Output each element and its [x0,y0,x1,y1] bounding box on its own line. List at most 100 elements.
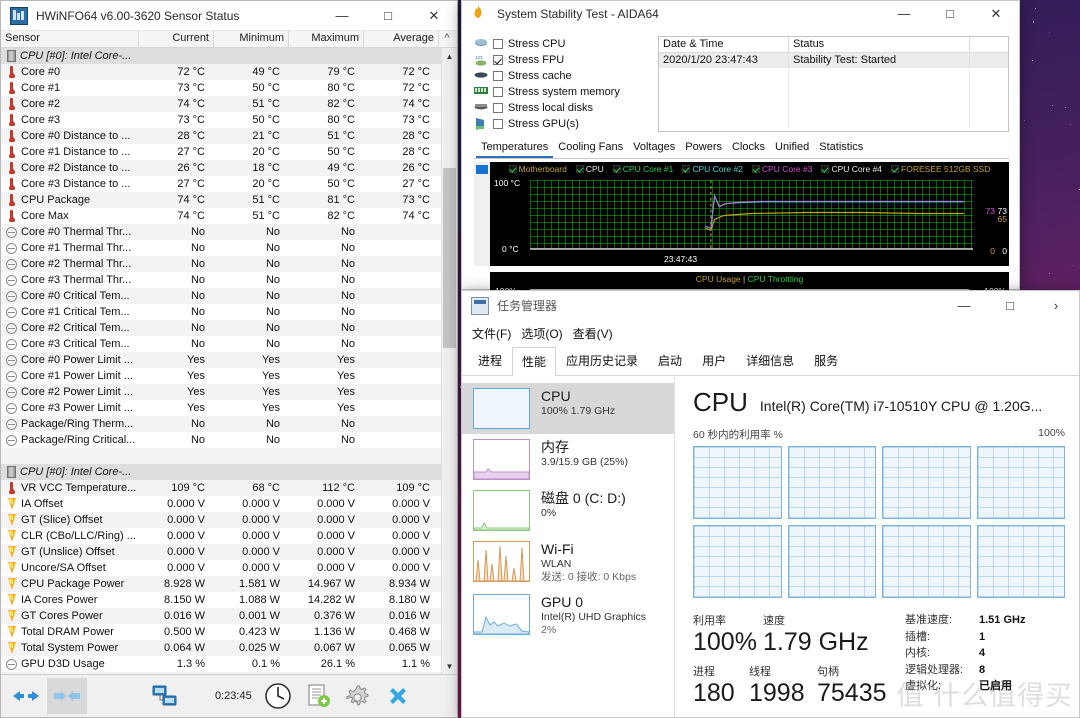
aida-tab-clocks[interactable]: Clocks [727,139,770,158]
taskmgr-sidebar-item-mem[interactable]: 内存 3.9/15.9 GB (25%) [462,434,674,485]
hwinfo-row[interactable]: VR VCC Temperature... 109 °C 68 °C 112 °C 10… [1,480,441,496]
hwinfo-row[interactable]: Core #0 Power Limit ... Yes Yes Yes [1,352,441,368]
hwinfo-row[interactable]: Package/Ring Therm... No No No [1,416,441,432]
aida64-minimize-button[interactable]: — [881,0,927,29]
legend-item-1[interactable]: CPU [576,164,604,174]
logical-processor-graph-2[interactable] [882,446,971,519]
taskmgr-minimize-button[interactable]: — [941,291,987,321]
logical-processor-graph-5[interactable] [788,525,877,598]
hwinfo-row[interactable]: CPU Package Power 8.928 W 1.581 W 14.967 W8… [1,576,441,592]
taskmgr-menu-2[interactable]: 查看(V) [573,325,613,342]
hwinfo-row[interactable]: GT Cores Power 0.016 W 0.001 W 0.376 W 0.016… [1,608,441,624]
hwinfo-row[interactable]: Core #3 73 °C 50 °C 80 °C 73 °C [1,112,441,128]
aida64-maximize-button[interactable]: □ [927,0,973,29]
aida64-log-row[interactable]: 2020/1/20 23:47:43 Stability Test: Start… [659,53,1008,68]
hwinfo-row[interactable]: Core #2 Distance to ... 26 °C 18 °C 49 °C 26… [1,160,441,176]
stress-option-4[interactable]: Stress local disks [474,100,652,116]
taskmgr-tab-服务[interactable]: 服务 [804,346,848,375]
hwinfo-row[interactable]: CLR (CBo/LLC/Ring) ... 0.000 V 0.000 V 0.00… [1,528,441,544]
legend-item-4[interactable]: CPU Core #3 [752,164,813,174]
scroll-down-arrow-icon[interactable]: ▼ [442,658,457,674]
legend-checkbox[interactable] [576,165,584,173]
aida64-window[interactable]: System Stability Test - AIDA64 — □ ✕ Str… [461,0,1020,290]
legend-checkbox[interactable] [682,165,690,173]
hwinfo-col-minimum[interactable]: Minimum [214,31,289,47]
taskmgr-tab-用户[interactable]: 用户 [692,346,736,375]
stress-option-2[interactable]: Stress cache [474,68,652,84]
hwinfo-row[interactable]: Core #0 Thermal Thr... No No No [1,224,441,240]
aida-tab-statistics[interactable]: Statistics [814,139,868,158]
legend-item-6[interactable]: FORESEE 512GB SSD [891,164,990,174]
hwinfo-row[interactable]: CPU [#0]: Intel Core-... [1,464,441,480]
taskmgr-window-controls[interactable]: — □ › [941,291,1079,321]
logical-processor-graph-3[interactable] [977,446,1066,519]
hwinfo-maximize-button[interactable]: □ [365,1,411,31]
hwinfo-row[interactable]: IA Cores Power 8.150 W 1.088 W 14.282 W 8.18… [1,592,441,608]
stress-checkbox[interactable] [493,87,503,97]
logical-processor-graph-6[interactable] [882,525,971,598]
aida64-log-table[interactable]: Date & Time Status 2020/1/20 23:47:43 St… [658,36,1009,132]
aida64-tabs[interactable]: Temperatures Cooling Fans Voltages Powers Cl… [474,139,1009,159]
hwinfo-col-current[interactable]: Current [139,31,214,47]
taskmgr-sidebar-item-net[interactable]: Wi-Fi WLAN 发送: 0 接收: 0 Kbps [462,536,674,589]
hwinfo-vertical-scrollbar[interactable]: ▲ ▼ [441,48,457,674]
temperature-graph-legend[interactable]: Motherboard CPU CPU Core #1 CPU Core #2 CPU … [490,164,1009,174]
logical-processor-graphs[interactable] [693,446,1065,598]
hwinfo-close-button[interactable]: ✕ [411,1,457,31]
stress-checkbox[interactable] [493,71,503,81]
logical-processor-graph-0[interactable] [693,446,782,519]
stress-checkbox[interactable] [493,55,503,65]
hwinfo-row[interactable]: Package/Ring Critical... No No No [1,432,441,448]
stress-checkbox[interactable] [493,119,503,129]
taskmgr-tab-进程[interactable]: 进程 [468,346,512,375]
hwinfo-row[interactable]: Core #3 Critical Tem... No No No [1,336,441,352]
hwinfo-row[interactable]: Core #0 Critical Tem... No No No [1,288,441,304]
hwinfo-row[interactable]: IA Offset 0.000 V 0.000 V 0.000 V 0.000 V [1,496,441,512]
hwinfo-col-maximum[interactable]: Maximum [289,31,364,47]
hwinfo-row[interactable]: Core #0 72 °C 49 °C 79 °C 72 °C [1,64,441,80]
log-col-status[interactable]: Status [789,37,970,52]
taskmgr-sidebar-item-disk[interactable]: 磁盘 0 (C: D:) 0% [462,485,674,536]
hwinfo-titlebar[interactable]: HWiNFO64 v6.00-3620 Sensor Status — □ ✕ [1,1,457,31]
aida-tab-voltages[interactable]: Voltages [628,139,680,158]
stress-checkbox[interactable] [493,103,503,113]
hwinfo-row[interactable]: Total System Power 0.064 W 0.025 W 0.067 W0… [1,640,441,656]
scroll-up-arrow-icon[interactable]: ▲ [442,48,457,64]
taskmgr-menu-1[interactable]: 选项(O) [521,325,562,342]
taskmgr-sidebar-item-cpu[interactable]: CPU 100% 1.79 GHz [462,383,674,434]
hwinfo-row[interactable]: Core #2 74 °C 51 °C 82 °C 74 °C [1,96,441,112]
hwinfo-row[interactable]: Core Max 74 °C 51 °C 82 °C 74 °C [1,208,441,224]
legend-item-0[interactable]: Motherboard [509,164,567,174]
hwinfo-row[interactable]: Core #1 Critical Tem... No No No [1,304,441,320]
hwinfo-row[interactable]: CPU [#0]: Intel Core-... [1,48,441,64]
aida-tab-cooling-fans[interactable]: Cooling Fans [553,139,628,158]
stress-option-3[interactable]: Stress system memory [474,84,652,100]
scrollbar-thumb[interactable] [443,168,456,348]
logical-processor-graph-7[interactable] [977,525,1066,598]
network-sensors-button[interactable] [145,678,185,714]
taskmgr-tab-详细信息[interactable]: 详细信息 [736,346,804,375]
task-manager-window[interactable]: 任务管理器 — □ › 文件(F) 选项(O) 查看(V) 进程 性能 应用历史记录 启动… [461,290,1080,718]
logical-processor-graph-1[interactable] [788,446,877,519]
hwinfo-row[interactable]: Core #2 Critical Tem... No No No [1,320,441,336]
stress-option-0[interactable]: Stress CPU [474,36,652,52]
taskmgr-tabs[interactable]: 进程 性能 应用历史记录 启动 用户 详细信息 服务 [462,346,1079,376]
hwinfo-row[interactable]: Core #3 Distance to ... 27 °C 20 °C 50 °C 27… [1,176,441,192]
taskmgr-menubar[interactable]: 文件(F) 选项(O) 查看(V) [462,321,1079,346]
hwinfo-col-sensor[interactable]: Sensor [1,31,139,47]
legend-checkbox[interactable] [509,165,517,173]
aida-tab-unified[interactable]: Unified [770,139,814,158]
legend-item-5[interactable]: CPU Core #4 [821,164,882,174]
hwinfo-row[interactable]: GT (Unslice) Offset 0.000 V 0.000 V 0.000 V… [1,544,441,560]
aida64-close-button[interactable]: ✕ [973,0,1019,29]
logical-processor-graph-4[interactable] [693,525,782,598]
hwinfo-window[interactable]: HWiNFO64 v6.00-3620 Sensor Status — □ ✕ … [0,0,458,718]
settings-gear-button[interactable] [338,678,378,714]
hwinfo-toolbar[interactable]: 0:23:45 [1,674,457,717]
hwinfo-row[interactable]: Core #1 73 °C 50 °C 80 °C 72 °C [1,80,441,96]
hwinfo-row[interactable]: Uncore/SA Offset 0.000 V 0.000 V 0.000 V 0.0… [1,560,441,576]
new-report-button[interactable] [298,678,338,714]
log-col-extra[interactable] [970,37,1008,52]
hwinfo-table-body[interactable]: CPU [#0]: Intel Core-... Core #0 72 °C 49 °… [1,48,457,674]
stress-option-1[interactable]: 123 Stress FPU [474,52,652,68]
